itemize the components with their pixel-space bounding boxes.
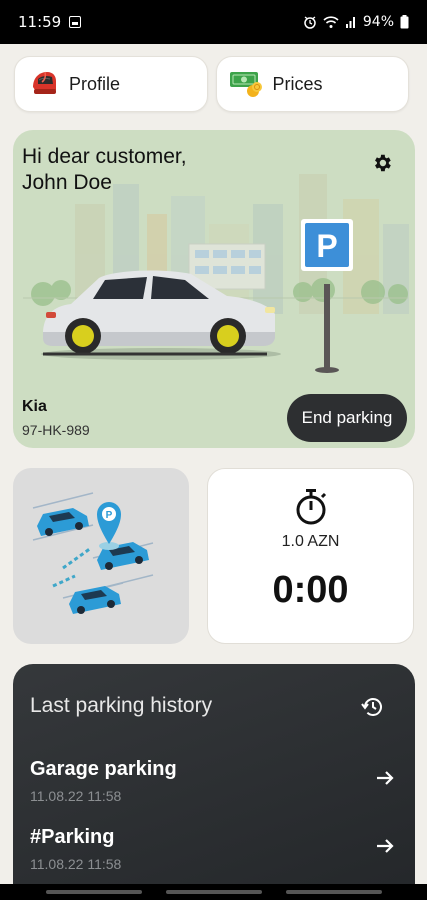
- prices-button[interactable]: Prices: [215, 56, 409, 112]
- parking-rate: 1.0 AZN: [281, 533, 340, 550]
- parking-cars-illustration: P: [13, 468, 189, 644]
- profile-label: Profile: [69, 73, 121, 94]
- money-icon: [229, 72, 262, 97]
- parking-cars-image: P: [32, 492, 154, 614]
- status-bar: 11:59 94%: [0, 0, 427, 44]
- helmet-icon: [33, 71, 56, 94]
- history-item[interactable]: Garage parking 11.08.22 11:58: [13, 758, 415, 818]
- alarm-icon: [304, 16, 316, 29]
- profile-button[interactable]: Profile: [14, 56, 208, 112]
- history-item-date: 11.08.22 11:58: [30, 856, 122, 872]
- history-item-name: Garage parking: [30, 758, 177, 780]
- elapsed-time: 0:00: [272, 569, 349, 611]
- status-icons: 94%: [303, 14, 409, 30]
- car-make: Kia: [22, 398, 47, 415]
- battery-icon: [400, 15, 409, 29]
- history-icon[interactable]: [361, 696, 385, 718]
- history-item[interactable]: #Parking 11.08.22 11:58: [13, 826, 415, 886]
- active-parking-card: Hi dear customer, John Doe P Kia 97-HK-9…: [13, 130, 415, 448]
- stopwatch-icon: [296, 489, 327, 525]
- arrow-right-icon[interactable]: [375, 836, 395, 856]
- system-nav-bar: [0, 884, 427, 900]
- arrow-right-icon[interactable]: [375, 768, 395, 788]
- gallery-notification-icon: [69, 16, 82, 28]
- status-time: 11:59: [18, 13, 62, 31]
- car-plate: 97-HK-989: [22, 422, 90, 438]
- history-title: Last parking history: [30, 694, 213, 717]
- parking-history-card: Last parking history Garage parking 11.0…: [13, 664, 415, 900]
- nav-recents-button[interactable]: [46, 890, 142, 894]
- battery-percent: 94%: [362, 14, 394, 30]
- signal-icon: [345, 17, 355, 28]
- pin-letter: P: [106, 510, 113, 521]
- nav-home-button[interactable]: [166, 890, 262, 894]
- greeting-line1: Hi dear customer,: [22, 145, 187, 168]
- wifi-icon: [323, 16, 339, 28]
- nav-back-button[interactable]: [286, 890, 382, 894]
- prices-label: Prices: [272, 73, 323, 94]
- parking-timer-card: 1.0 AZN 0:00: [207, 468, 414, 644]
- parking-illustration: P: [23, 174, 409, 373]
- end-parking-button[interactable]: End parking: [287, 394, 407, 442]
- gear-icon[interactable]: [371, 152, 393, 174]
- history-item-date: 11.08.22 11:58: [30, 788, 122, 804]
- history-item-name: #Parking: [30, 826, 115, 848]
- top-buttons: Profile Prices: [14, 56, 409, 112]
- parking-sign-letter: P: [316, 228, 337, 264]
